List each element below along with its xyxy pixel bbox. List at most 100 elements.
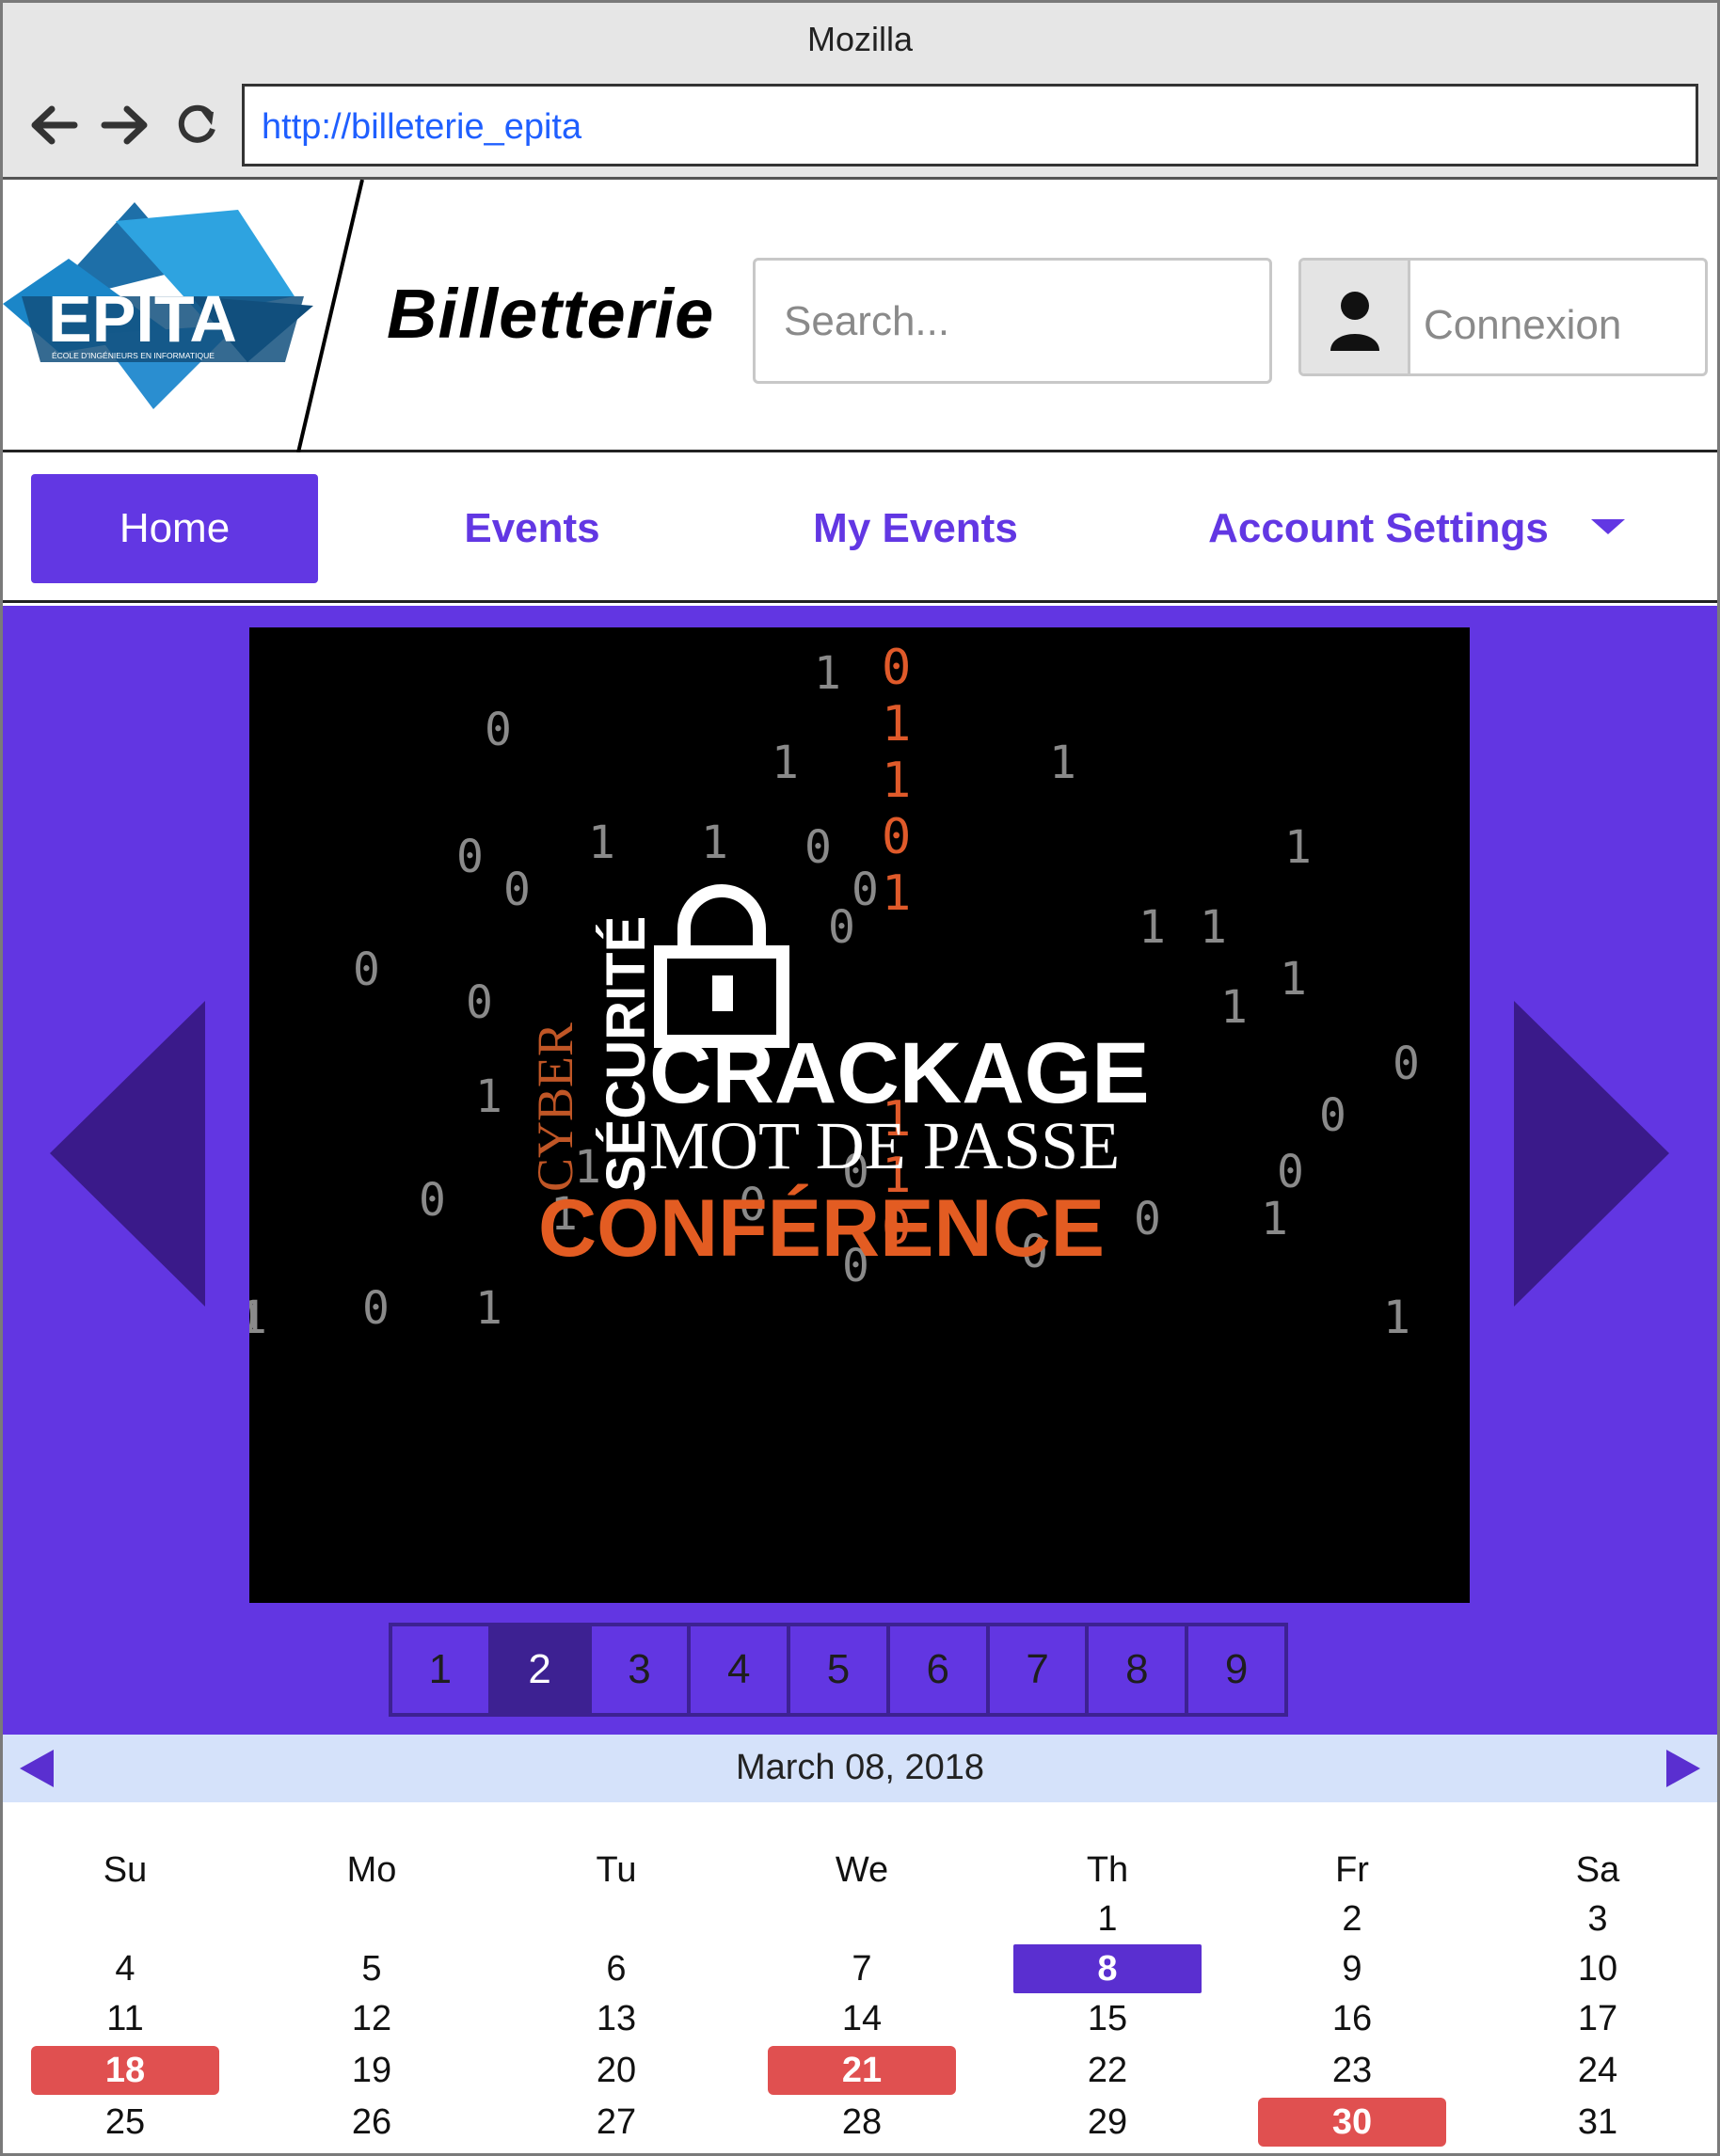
- binary-digit: 0: [419, 1174, 446, 1227]
- calendar-day-21[interactable]: 21: [768, 2046, 956, 2095]
- calendar-day-29[interactable]: 29: [1013, 2098, 1202, 2147]
- calendar-day-28[interactable]: 28: [768, 2098, 956, 2147]
- page-button-7[interactable]: 7: [990, 1626, 1090, 1713]
- binary-digit-orange: 1: [882, 696, 911, 753]
- browser-chrome: Mozilla http://billeterie_epita: [3, 3, 1717, 180]
- binary-digit-orange: 1: [882, 865, 911, 922]
- nav-my-events[interactable]: My Events: [784, 474, 1047, 583]
- page-button-9[interactable]: 9: [1188, 1626, 1284, 1713]
- logo-text: EPITA: [48, 282, 237, 356]
- calendar-day-31[interactable]: 31: [1504, 2098, 1692, 2147]
- page-button-1[interactable]: 1: [392, 1626, 492, 1713]
- binary-digit: 1: [701, 816, 728, 869]
- carousel-slide[interactable]: 0111101000011001101010001001001011011 01…: [231, 627, 1470, 1603]
- binary-digit: 1: [475, 1070, 502, 1123]
- page-button-3[interactable]: 3: [592, 1626, 692, 1713]
- app-window: Mozilla http://billeterie_epita EPITA ÉC…: [0, 0, 1720, 2156]
- url-bar[interactable]: http://billeterie_epita: [242, 84, 1698, 166]
- forward-arrow-icon[interactable]: [97, 97, 153, 153]
- weekday-mo: Mo: [346, 1849, 397, 1890]
- calendar-day-10[interactable]: 10: [1504, 1944, 1692, 1993]
- calendar-day-11[interactable]: 11: [31, 1994, 219, 2043]
- calendar-day-25[interactable]: 25: [31, 2098, 219, 2147]
- binary-digit: 1: [772, 737, 799, 789]
- weekday-we: We: [835, 1849, 889, 1890]
- slide-headline: CRACKAGE: [649, 1025, 1150, 1121]
- brand-title: Billetterie: [387, 275, 715, 353]
- calendar-day-2[interactable]: 2: [1258, 1894, 1446, 1943]
- calendar-day-17[interactable]: 17: [1504, 1994, 1692, 2043]
- binary-digit: 1: [475, 1282, 502, 1335]
- binary-digit: 1: [814, 647, 841, 700]
- calendar-day-16[interactable]: 16: [1258, 1994, 1446, 2043]
- calendar-day-26[interactable]: 26: [278, 2098, 466, 2147]
- calendar-day-19[interactable]: 19: [278, 2046, 466, 2095]
- calendar-day-20[interactable]: 20: [522, 2046, 710, 2095]
- binary-digit: 0: [1277, 1146, 1304, 1198]
- calendar-day-6[interactable]: 6: [522, 1944, 710, 1993]
- binary-digit: 0: [503, 864, 531, 916]
- weekday-th: Th: [1086, 1849, 1129, 1890]
- calendar-header: March 08, 2018: [3, 1735, 1717, 1802]
- binary-digit: 0: [485, 704, 512, 756]
- calendar-day-14[interactable]: 14: [768, 1994, 956, 2043]
- calendar-title: March 08, 2018: [735, 1748, 985, 1787]
- page-button-4[interactable]: 4: [691, 1626, 791, 1713]
- chevron-down-icon[interactable]: [1591, 519, 1625, 543]
- epita-logo[interactable]: EPITA ÉCOLE D'INGÉNIEURS EN INFORMATIQUE: [3, 193, 323, 419]
- page-button-2[interactable]: 2: [491, 1626, 592, 1713]
- binary-digit: 1: [588, 816, 615, 869]
- binary-digit-orange: 1: [882, 753, 911, 809]
- binary-digit: 1: [1139, 901, 1166, 954]
- binary-digit: 1: [1049, 737, 1076, 789]
- binary-digit: 1: [1383, 1292, 1410, 1344]
- slide-word-cyber: CYBER: [527, 1023, 583, 1192]
- page-button-5[interactable]: 5: [790, 1626, 890, 1713]
- binary-digit: 0: [456, 831, 484, 883]
- carousel-next-arrow[interactable]: [1514, 1001, 1669, 1311]
- login-button[interactable]: Connexion: [1298, 258, 1708, 376]
- calendar-day-24[interactable]: 24: [1504, 2046, 1692, 2095]
- calendar-day-18[interactable]: 18: [31, 2046, 219, 2095]
- binary-digit: 0: [362, 1282, 390, 1335]
- binary-digit-orange: 0: [882, 640, 911, 696]
- window-title: Mozilla: [806, 20, 914, 58]
- calendar-day-30[interactable]: 30: [1258, 2098, 1446, 2147]
- back-arrow-icon[interactable]: [25, 97, 82, 153]
- calendar-widget: March 08, 2018 Su Mo Tu We Th Fr Sa 1 2 3 4 5 6 7 8 9 10…: [3, 1735, 1717, 2153]
- user-icon: [1301, 261, 1410, 373]
- calendar-day-22[interactable]: 22: [1013, 2046, 1202, 2095]
- calendar-day-1[interactable]: 1: [1013, 1894, 1202, 1943]
- event-carousel: 0111101000011001101010001001001011011 01…: [3, 606, 1717, 1735]
- main-nav: Home Events My Events Account Settings: [3, 455, 1717, 603]
- binary-digit: 0: [804, 821, 832, 874]
- calendar-day-12[interactable]: 12: [278, 1994, 466, 2043]
- search-input[interactable]: Search...: [753, 258, 1272, 384]
- calendar-next-icon[interactable]: [1666, 1750, 1700, 1792]
- binary-digit: 0: [466, 976, 493, 1029]
- calendar-day-5[interactable]: 5: [278, 1944, 466, 1993]
- carousel-prev-arrow[interactable]: [50, 1001, 205, 1311]
- calendar-day-8[interactable]: 8: [1013, 1944, 1202, 1993]
- nav-home[interactable]: Home: [31, 474, 318, 583]
- page-button-8[interactable]: 8: [1089, 1626, 1189, 1713]
- slide-subheadline: MOT DE PASSE: [649, 1108, 1120, 1183]
- calendar-day-23[interactable]: 23: [1258, 2046, 1446, 2095]
- binary-digit: 1: [1220, 981, 1248, 1034]
- calendar-day-15[interactable]: 15: [1013, 1994, 1202, 2043]
- binary-digit-orange: 0: [882, 809, 911, 865]
- nav-events[interactable]: Events: [398, 474, 666, 583]
- nav-account-settings[interactable]: Account Settings: [1190, 474, 1567, 583]
- calendar-day-3[interactable]: 3: [1504, 1894, 1692, 1943]
- calendar-day-27[interactable]: 27: [522, 2098, 710, 2147]
- binary-digit: 0: [1134, 1193, 1161, 1245]
- calendar-day-13[interactable]: 13: [522, 1994, 710, 2043]
- calendar-day-4[interactable]: 4: [31, 1944, 219, 1993]
- calendar-day-7[interactable]: 7: [768, 1944, 956, 1993]
- binary-digit: 1: [1261, 1193, 1288, 1245]
- calendar-day-9[interactable]: 9: [1258, 1944, 1446, 1993]
- binary-digit: 1: [1284, 821, 1312, 874]
- reload-icon[interactable]: [168, 97, 225, 153]
- binary-digit: 1: [1280, 953, 1307, 1006]
- page-button-6[interactable]: 6: [890, 1626, 990, 1713]
